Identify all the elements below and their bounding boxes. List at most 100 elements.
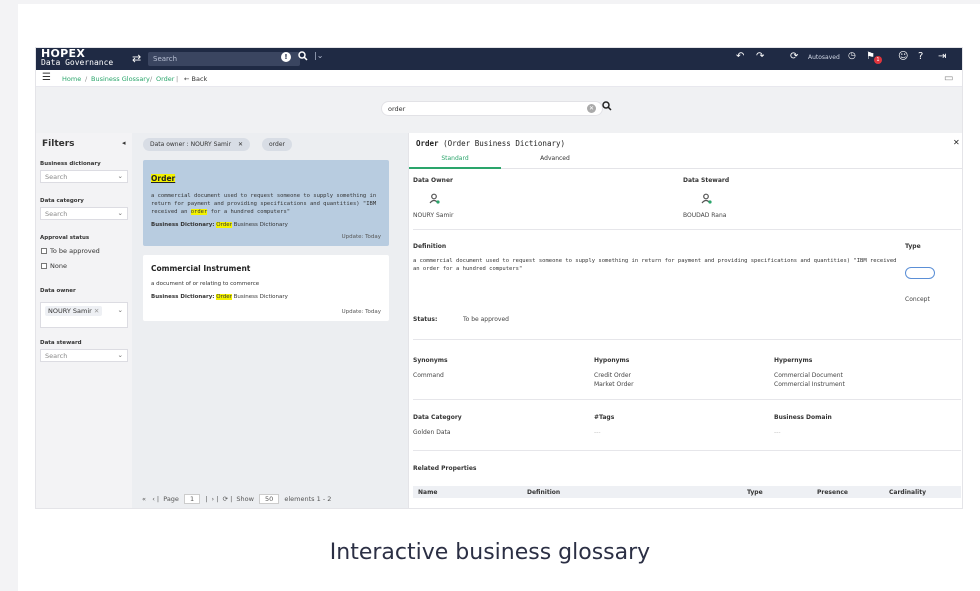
app-logo[interactable]: HOPEX Data Governance [41,47,113,67]
search-icon[interactable] [298,51,308,64]
data-steward-name[interactable]: BOUDAD Rana [683,212,726,219]
results-panel: Data owner : NOURY Samir ✕ order Order a… [132,133,408,508]
back-label: Back [191,75,208,83]
result-title[interactable]: Order [151,174,176,183]
result-card[interactable]: Order a commercial document used to requ… [143,160,389,246]
refresh-icon[interactable]: ⟳ [790,51,798,62]
desc-highlight: order [190,209,208,215]
chevron-down-icon: ⌄ [117,209,123,217]
comment-icon[interactable]: ▭ [944,73,953,84]
tab-advanced[interactable]: Advanced [509,155,601,167]
page-label: Page [163,495,179,503]
breadcrumb-business-glossary[interactable]: Business Glossary [91,75,150,83]
filters-panel: Filters ◂ Business dictionary Search ⌄ D… [36,133,132,508]
hyponym-item[interactable]: Market Order [594,381,634,388]
column-name[interactable]: Name [418,489,437,496]
refresh-icon[interactable]: ⟳ [223,495,228,503]
undo-icon[interactable]: ↶ [736,51,744,62]
column-presence[interactable]: Presence [817,489,848,496]
data-owner-select[interactable]: NOURY Samir ✕ ⌄ [40,302,128,328]
dict-label: Business Dictionary: [151,222,215,228]
hypernym-item[interactable]: Commercial Instrument [774,381,845,388]
data-category-value: Golden Data [413,429,451,436]
divider [413,450,961,451]
chevron-down-icon: ⌄ [117,351,123,359]
checkbox-label: None [50,262,67,270]
hypernym-item[interactable]: Commercial Document [774,372,843,379]
column-type[interactable]: Type [747,489,763,496]
swap-arrows-icon[interactable]: ⇄ [132,52,141,65]
result-card[interactable]: Commercial Instrument a document of or r… [143,255,389,321]
global-search-input[interactable]: Search [148,52,300,66]
prev-page-icon[interactable]: ‹ [152,495,155,503]
synonyms-label: Synonyms [413,357,448,364]
details-tabs: Standard Advanced [409,151,962,169]
clock-icon[interactable]: ◷ [848,51,856,61]
next-page-icon[interactable]: › [212,495,215,503]
owner-chip[interactable]: NOURY Samir ✕ [45,306,103,316]
elements-count: elements 1 - 2 [284,495,332,503]
close-icon[interactable]: ✕ [953,138,960,147]
status-label: Status: [413,316,438,323]
filter-label-data-category: Data category [40,198,84,204]
checkbox-to-be-approved[interactable]: To be approved [41,247,100,255]
show-label: Show [236,495,254,503]
page-size-select[interactable]: 50 [259,494,280,504]
notification-badge: 1 [874,56,882,64]
tags-label: #Tags [594,414,615,421]
select-value: Search [45,352,68,360]
clear-search-icon[interactable]: ✕ [587,104,596,113]
select-value: Search [45,173,68,181]
breadcrumb-home[interactable]: Home [62,75,81,83]
logo-title: HOPEX [41,47,86,60]
data-owner-name[interactable]: NOURY Samir [413,212,453,219]
active-filter-tag[interactable]: Data owner : NOURY Samir ✕ [143,138,250,151]
page-input[interactable]: 1 [184,494,201,504]
close-icon[interactable]: ✕ [238,141,243,148]
active-search-tag[interactable]: order [262,138,292,151]
redo-icon[interactable]: ↷ [756,51,764,62]
chevron-down-icon[interactable]: |⌄ [314,51,323,60]
menu-icon[interactable]: ☰ [42,73,51,83]
search-strip: order ✕ [36,87,962,133]
dict-highlight: Order [216,222,232,228]
data-steward-select[interactable]: Search ⌄ [40,349,128,362]
info-icon[interactable]: ! [281,52,291,62]
glossary-search-input[interactable]: order [381,101,603,116]
tag-label: Data owner : NOURY Samir [150,141,232,148]
hopex-app-window: HOPEX Data Governance ⇄ Search ! |⌄ ↶ ↷ … [35,47,963,509]
desc-text: for a hundred computers" [207,209,291,215]
person-icon [701,193,712,204]
user-icon[interactable]: ☺ [898,51,908,62]
checkbox-none[interactable]: None [41,262,67,270]
column-definition[interactable]: Definition [527,489,560,496]
logout-icon[interactable]: ⇥ [938,51,946,62]
data-steward-label: Data Steward [683,177,730,184]
first-page-icon[interactable]: « [142,495,146,503]
back-button[interactable]: ← Back [184,75,207,83]
hyponyms-label: Hyponyms [594,357,630,364]
search-icon[interactable] [602,101,612,114]
result-description: a document of or relating to commerce [151,281,260,287]
hyponym-item[interactable]: Credit Order [594,372,631,379]
breadcrumb-current: Order [156,75,175,83]
checkbox-icon [41,263,47,269]
result-title[interactable]: Commercial Instrument [151,264,381,273]
dict-label: Business Dictionary: [151,294,215,300]
tab-standard[interactable]: Standard [409,155,501,169]
data-category-select[interactable]: Search ⌄ [40,207,128,220]
autosaved-label: Autosaved [808,54,840,61]
chip-remove-icon[interactable]: ✕ [94,307,99,315]
dict-highlight: Order [216,294,232,300]
synonym-item[interactable]: Command [413,372,444,379]
column-cardinality[interactable]: Cardinality [889,489,926,496]
business-dictionary-select[interactable]: Search ⌄ [40,170,128,183]
data-category-label: Data Category [413,414,462,421]
help-icon[interactable]: ? [918,51,923,62]
chevron-down-icon: ⌄ [117,306,123,314]
chip-label: NOURY Samir [48,307,92,315]
collapse-icon[interactable]: ◂ [122,139,126,147]
top-bar: HOPEX Data Governance ⇄ Search ! |⌄ ↶ ↷ … [36,48,962,70]
scrollbar[interactable] [962,169,963,409]
filter-label-data-steward: Data steward [40,340,82,346]
